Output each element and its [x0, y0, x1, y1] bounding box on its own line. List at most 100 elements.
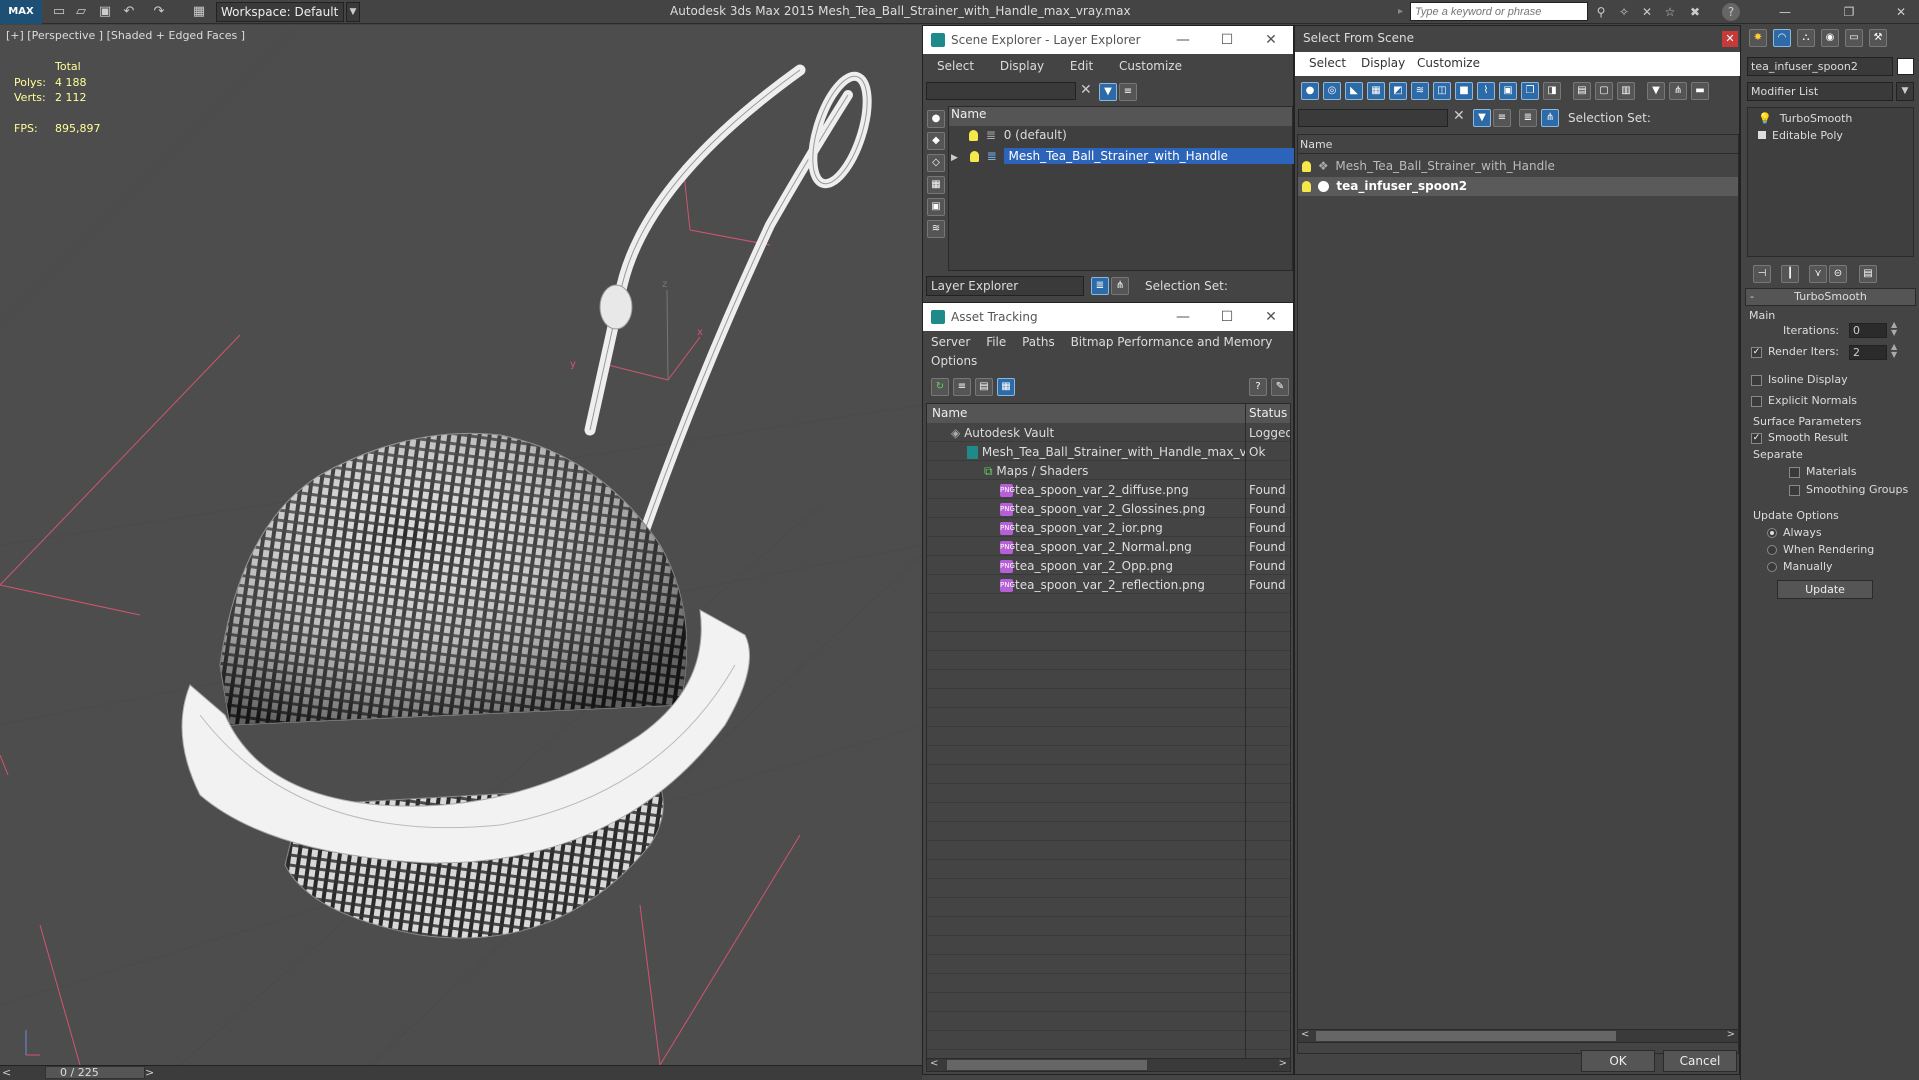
asset-row-vault[interactable]: ◈ Autodesk Vault [927, 424, 1290, 443]
light-bulb-icon[interactable] [969, 151, 979, 162]
explicit-normals-row[interactable]: Explicit Normals [1751, 394, 1857, 407]
update-when-rendering-radio[interactable] [1767, 545, 1777, 555]
display-hidden-icon[interactable]: ◨ [1543, 82, 1561, 100]
collapse-icon[interactable]: ▬ [1691, 82, 1709, 100]
menu-display[interactable]: Display [1000, 59, 1044, 73]
utilities-tab-icon[interactable]: ⚒ [1869, 29, 1887, 47]
select-from-scene-titlebar[interactable]: Select From Scene ✕ [1295, 26, 1741, 52]
hierarchy-icon[interactable]: ⋔ [1111, 277, 1129, 295]
display-spacewarps-icon[interactable]: ≋ [1411, 82, 1429, 100]
cancel-button[interactable]: Cancel [1663, 1050, 1737, 1072]
asset-row-map[interactable]: PNGtea_spoon_var_2_ior.png [927, 519, 1290, 538]
remove-modifier-icon[interactable]: ⊝ [1829, 265, 1847, 283]
maximize-icon[interactable]: ☐ [1205, 26, 1249, 54]
render-iters-row[interactable]: ✓ Render Iters: [1751, 345, 1839, 358]
favorites-icon[interactable]: ☆ [1661, 3, 1679, 21]
workspace-dropdown-arrow[interactable]: ▼ [346, 2, 360, 22]
materials-row[interactable]: Materials [1789, 465, 1856, 478]
tree-view-icon[interactable]: ▤ [975, 378, 993, 396]
update-always-row[interactable]: Always [1767, 526, 1822, 539]
display-none-icon[interactable]: ▢ [1595, 82, 1613, 100]
modifier-list-dropdown[interactable]: Modifier List [1747, 82, 1893, 101]
name-column-header[interactable]: Name [1298, 135, 1738, 154]
smooth-result-checkbox[interactable]: ✓ [1751, 432, 1762, 444]
asset-row-map[interactable]: PNGtea_spoon_var_2_Glossines.png [927, 500, 1290, 519]
update-manually-radio[interactable] [1767, 562, 1777, 572]
menu-select[interactable]: Select [937, 59, 974, 73]
scene-explorer-search-input[interactable] [926, 82, 1076, 100]
tools-icon[interactable]: ✧ [1615, 3, 1633, 21]
close-x-icon[interactable]: ✖ [1686, 3, 1704, 21]
iterations-spinner-arrows[interactable]: ▲ ▼ [1891, 321, 1897, 337]
layer-row-default[interactable]: ≣ 0 (default) [949, 128, 1292, 147]
display-helpers-icon[interactable]: ◩ [1389, 82, 1407, 100]
render-iters-spinner[interactable]: 2 [1849, 345, 1887, 360]
scroll-right-icon[interactable]: > [1727, 1029, 1735, 1040]
hierarchy-icon[interactable]: ⋔ [1541, 109, 1559, 127]
minimize-icon[interactable]: — [1161, 303, 1205, 331]
menu-customize[interactable]: Customize [1417, 56, 1480, 70]
render-iters-spinner-arrows[interactable]: ▲ ▼ [1891, 343, 1897, 359]
object-row-mesh[interactable]: ❖ Mesh_Tea_Ball_Strainer_with_Handle [1298, 157, 1738, 176]
update-button[interactable]: Update [1777, 580, 1873, 599]
asset-horizontal-scrollbar[interactable]: < > [926, 1058, 1291, 1072]
object-list-scrollbar[interactable]: < > [1297, 1029, 1739, 1043]
asset-row-map[interactable]: PNGtea_spoon_var_2_Normal.png [927, 538, 1290, 557]
close-icon[interactable]: ✕ [1722, 31, 1738, 47]
display-bones-icon[interactable]: ⌇ [1477, 82, 1495, 100]
table-view-icon[interactable]: ▦ [997, 378, 1015, 396]
hierarchy-tab-icon[interactable]: ⛬ [1797, 29, 1815, 47]
menu-paths[interactable]: Paths [1022, 335, 1055, 349]
display-objects-icon[interactable]: ● [927, 110, 945, 128]
minimize-icon[interactable]: — [1161, 26, 1205, 54]
clear-search-icon[interactable]: ✕ [1453, 108, 1465, 124]
display-invert-icon[interactable]: ▥ [1617, 82, 1635, 100]
display-shapes-icon[interactable]: ◎ [1323, 82, 1341, 100]
scroll-left-icon[interactable]: < [930, 1058, 938, 1069]
create-tab-icon[interactable]: ✸ [1749, 29, 1767, 47]
maximize-icon[interactable]: ☐ [1205, 303, 1249, 331]
display-geometry-icon[interactable]: ◆ [927, 132, 945, 150]
light-bulb-icon[interactable] [1302, 181, 1311, 192]
smoothing-groups-checkbox[interactable] [1789, 484, 1800, 496]
menu-edit[interactable]: Edit [1070, 59, 1093, 73]
show-end-result-icon[interactable]: ┃ [1781, 265, 1799, 283]
turbosmooth-rollout-header[interactable]: - TurboSmooth [1745, 288, 1916, 306]
status-column-header[interactable]: Status [1246, 404, 1290, 423]
perspective-viewport[interactable]: y x z [+] [Perspective ] [Shaded + Edged… [0, 25, 922, 1065]
scene-explorer-titlebar[interactable]: Scene Explorer - Layer Explorer — ☐ ✕ [923, 26, 1293, 54]
find-case-icon[interactable]: ≡ [1119, 83, 1137, 101]
dropdown-arrow-icon[interactable]: ▼ [1896, 82, 1914, 101]
display-groups-icon[interactable]: ◫ [1433, 82, 1451, 100]
help-icon[interactable]: ? [1722, 3, 1740, 21]
explicit-normals-checkbox[interactable] [1751, 395, 1762, 407]
scroll-thumb[interactable] [1316, 1031, 1616, 1041]
new-file-icon[interactable]: ▭ [50, 3, 68, 21]
menu-options[interactable]: Options [931, 354, 977, 368]
viewport-label[interactable]: [+] [Perspective ] [Shaded + Edged Faces… [6, 29, 245, 42]
expand-arrow-icon[interactable]: ▶ [951, 153, 958, 163]
filter-icon[interactable]: ▼ [1099, 83, 1117, 101]
hierarchy-filter-icon[interactable]: ⋔ [1669, 82, 1687, 100]
name-column-header[interactable]: Name [949, 107, 1292, 126]
select-search-input[interactable] [1298, 109, 1448, 127]
smoothing-groups-row[interactable]: Smoothing Groups [1789, 483, 1908, 496]
asset-row-maps[interactable]: ⧉ Maps / Shaders [927, 462, 1290, 481]
update-when-rendering-row[interactable]: When Rendering [1767, 543, 1874, 556]
display-helpers-icon[interactable]: ≋ [927, 220, 945, 238]
update-always-radio[interactable] [1767, 528, 1777, 538]
render-iters-checkbox[interactable]: ✓ [1751, 346, 1762, 358]
asset-row-map[interactable]: PNGtea_spoon_var_2_diffuse.png [927, 481, 1290, 500]
layer-explorer-toggle-icon[interactable]: ≣ [1091, 277, 1109, 295]
binoculars-icon[interactable]: ⚲ [1592, 3, 1610, 21]
restore-icon[interactable]: ❐ [1840, 3, 1858, 21]
undo-icon[interactable]: ↶ [120, 3, 138, 21]
display-containers-icon[interactable]: ▣ [1499, 82, 1517, 100]
project-folder-icon[interactable]: ▦ [190, 3, 208, 21]
highlight-icon[interactable]: ✎ [1271, 378, 1289, 396]
menu-server[interactable]: Server [931, 335, 970, 349]
minimize-icon[interactable]: — [1776, 3, 1794, 21]
display-cameras-icon[interactable]: ▣ [927, 198, 945, 216]
stack-item-editable-poly[interactable]: Editable Poly [1748, 127, 1913, 146]
display-tab-icon[interactable]: ▭ [1845, 29, 1863, 47]
